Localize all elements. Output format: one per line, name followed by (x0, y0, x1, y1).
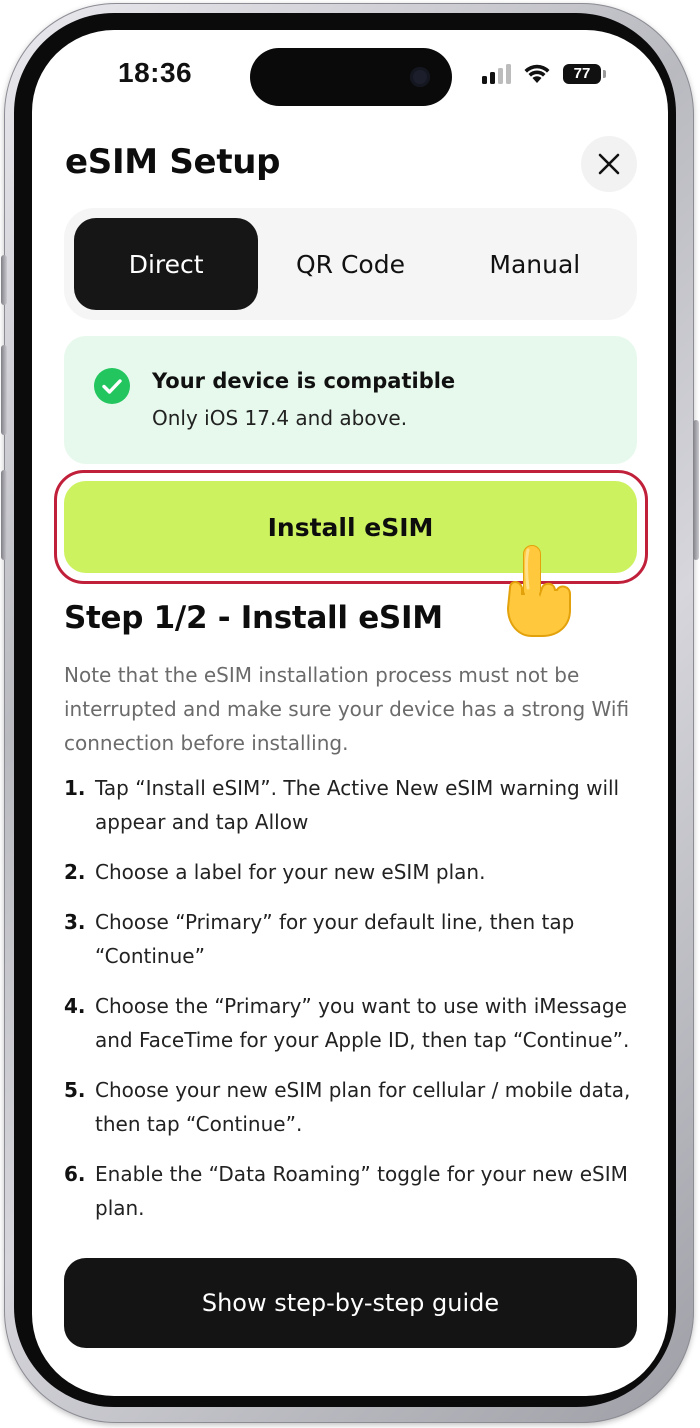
volume-down-button (1, 470, 7, 560)
status-time: 18:36 (118, 57, 193, 88)
action-button (1, 255, 7, 305)
pointing-hand-icon (506, 545, 571, 637)
instruction-list: 1. Tap “Install eSIM”. The Active New eSI… (64, 771, 644, 1241)
list-item: 4. Choose the “Primary” you want to use w… (64, 989, 644, 1057)
list-item: 6. Enable the “Data Roaming” toggle for y… (64, 1157, 644, 1225)
check-circle-icon (94, 368, 130, 404)
list-item: 5. Choose your new eSIM plan for cellular… (64, 1073, 644, 1141)
list-item-number: 4. (64, 994, 86, 1018)
list-item-number: 6. (64, 1162, 86, 1186)
step-title: Step 1/2 - Install eSIM (64, 600, 443, 636)
setup-method-tabs: Direct QR Code Manual (64, 208, 637, 320)
power-button (693, 420, 699, 560)
list-item-number: 2. (64, 860, 86, 884)
tab-qr-code[interactable]: QR Code (258, 218, 442, 310)
compatibility-title: Your device is compatible (152, 369, 456, 393)
list-item-text: Choose your new eSIM plan for cellular /… (95, 1078, 631, 1136)
list-item: 3. Choose “Primary” for your default line… (64, 905, 644, 973)
list-item-number: 1. (64, 776, 86, 800)
compatibility-card: Your device is compatible Only iOS 17.4 … (64, 336, 637, 464)
front-camera (410, 67, 430, 87)
volume-up-button (1, 345, 7, 435)
tab-manual[interactable]: Manual (443, 218, 627, 310)
status-icons: 77 (482, 62, 606, 84)
installation-note: Note that the eSIM installation process … (64, 663, 630, 755)
close-icon (598, 153, 620, 175)
dynamic-island (250, 48, 452, 106)
cellular-signal-icon (482, 64, 511, 84)
list-item: 1. Tap “Install eSIM”. The Active New eSI… (64, 771, 644, 839)
list-item-number: 3. (64, 910, 86, 934)
compatibility-subtitle: Only iOS 17.4 and above. (152, 406, 408, 430)
wifi-icon (523, 63, 551, 84)
list-item: 2. Choose a label for your new eSIM plan. (64, 855, 644, 889)
show-guide-button[interactable]: Show step-by-step guide (64, 1258, 637, 1348)
list-item-text: Enable the “Data Roaming” toggle for you… (95, 1162, 628, 1220)
list-item-text: Choose the “Primary” you want to use wit… (95, 994, 630, 1052)
list-item-text: Choose “Primary” for your default line, … (95, 910, 575, 968)
list-item-text: Tap “Install eSIM”. The Active New eSIM … (95, 776, 620, 834)
battery-icon: 77 (563, 64, 606, 84)
page-title: eSIM Setup (65, 142, 281, 182)
phone-screen: 18:36 77 eSIM Setup Direct QR Code Manua… (32, 30, 668, 1396)
scroll-fade (32, 1230, 668, 1260)
list-item-text: Choose a label for your new eSIM plan. (95, 860, 486, 884)
list-item-number: 5. (64, 1078, 86, 1102)
screenshot-stage: 18:36 77 eSIM Setup Direct QR Code Manua… (0, 0, 700, 1428)
close-button[interactable] (581, 136, 637, 192)
tab-direct[interactable]: Direct (74, 218, 259, 310)
